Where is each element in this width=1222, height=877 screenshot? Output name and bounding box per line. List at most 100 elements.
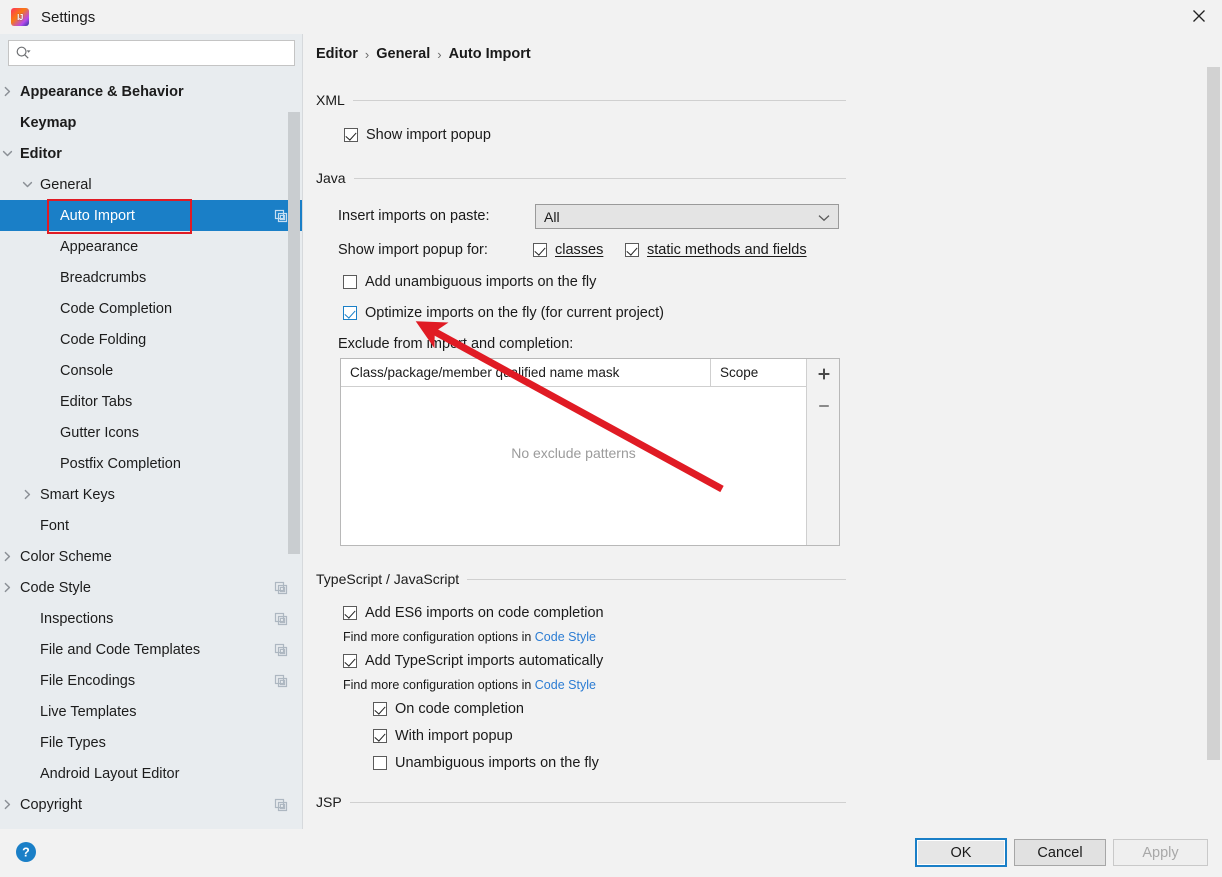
- sidebar-item-editor[interactable]: Editor: [0, 138, 303, 169]
- chevron-right-icon[interactable]: [0, 797, 15, 812]
- sidebar-item-live-templates[interactable]: Live Templates: [0, 696, 303, 727]
- svg-text:?: ?: [22, 846, 30, 860]
- sidebar-item-editor-tabs[interactable]: Editor Tabs: [0, 386, 303, 417]
- sidebar-item-android-layout-editor[interactable]: Android Layout Editor: [0, 758, 303, 789]
- chevron-down-icon[interactable]: [20, 177, 35, 192]
- close-icon[interactable]: [1176, 0, 1222, 32]
- sidebar-item-smart-keys[interactable]: Smart Keys: [0, 479, 303, 510]
- link-code-style-2[interactable]: Code Style: [535, 678, 596, 692]
- tree-spacer: [20, 642, 35, 657]
- breadcrumb-item-editor[interactable]: Editor: [316, 46, 358, 62]
- insert-imports-on-paste-select[interactable]: All: [535, 204, 839, 229]
- group-rule: [467, 579, 846, 580]
- sidebar-item-file-types[interactable]: File Types: [0, 727, 303, 758]
- apply-button[interactable]: Apply: [1113, 839, 1208, 866]
- sidebar-item-label: Smart Keys: [40, 487, 303, 503]
- sidebar-item-code-style[interactable]: Code Style: [0, 572, 303, 603]
- chevron-right-icon[interactable]: [0, 580, 15, 595]
- chevron-right-icon[interactable]: [0, 549, 15, 564]
- checkbox-optimize-imports[interactable]: [343, 306, 357, 320]
- checkbox-row-add-ts[interactable]: Add TypeScript imports automatically: [343, 653, 603, 669]
- label-show-import-popup-xml: Show import popup: [366, 127, 491, 143]
- sidebar-item-copyright[interactable]: Copyright: [0, 789, 303, 820]
- checkbox-row-static-methods[interactable]: static methods and fields: [625, 242, 807, 258]
- label-on-code-completion: On code completion: [395, 701, 524, 717]
- tree-spacer: [40, 394, 55, 409]
- add-pattern-button[interactable]: [807, 359, 840, 389]
- label-add-unambiguous: Add unambiguous imports on the fly: [365, 274, 596, 290]
- chevron-right-icon[interactable]: [20, 487, 35, 502]
- sidebar-item-label: Editor: [20, 146, 303, 162]
- sidebar-item-code-completion[interactable]: Code Completion: [0, 293, 303, 324]
- sidebar-item-postfix-completion[interactable]: Postfix Completion: [0, 448, 303, 479]
- breadcrumb-item-general[interactable]: General: [376, 46, 430, 62]
- sidebar-scrollbar-track[interactable]: [288, 76, 300, 829]
- column-header-scope[interactable]: Scope: [711, 359, 806, 386]
- content-scrollbar-track[interactable]: [1206, 34, 1222, 829]
- link-code-style-1[interactable]: Code Style: [535, 630, 596, 644]
- search-input[interactable]: [33, 46, 294, 61]
- group-rule: [350, 802, 846, 803]
- tree-spacer: [20, 611, 35, 626]
- checkbox-add-typescript-imports[interactable]: [343, 654, 357, 668]
- checkbox-static-methods[interactable]: [625, 243, 639, 257]
- checkbox-classes[interactable]: [533, 243, 547, 257]
- sidebar-item-gutter-icons[interactable]: Gutter Icons: [0, 417, 303, 448]
- sidebar-item-label: Inspections: [40, 611, 273, 627]
- checkbox-row-unambiguous-fly[interactable]: Unambiguous imports on the fly: [373, 755, 599, 771]
- content-scrollbar-thumb[interactable]: [1207, 67, 1220, 760]
- sidebar-item-color-scheme[interactable]: Color Scheme: [0, 541, 303, 572]
- sidebar-item-label: Code Style: [20, 580, 273, 596]
- sidebar-item-auto-import[interactable]: Auto Import: [0, 200, 303, 231]
- sidebar-item-keymap[interactable]: Keymap: [0, 107, 303, 138]
- checkbox-add-unambiguous[interactable]: [343, 275, 357, 289]
- checkbox-row-show-import-popup-xml[interactable]: Show import popup: [344, 127, 491, 143]
- checkbox-unambiguous-imports-fly[interactable]: [373, 756, 387, 770]
- settings-dialog: Settings Appearance & BehaviorKeymapEdit…: [0, 0, 1222, 877]
- sidebar-item-console[interactable]: Console: [0, 355, 303, 386]
- ok-button[interactable]: OK: [915, 838, 1007, 867]
- sidebar-item-general[interactable]: General: [0, 169, 303, 200]
- exclude-table-body[interactable]: Class/package/member qualified name mask…: [341, 359, 806, 545]
- duplicate-icon: [273, 208, 289, 224]
- sidebar-item-label: Console: [60, 363, 303, 379]
- cancel-button[interactable]: Cancel: [1014, 839, 1106, 866]
- sidebar-item-font[interactable]: Font: [0, 510, 303, 541]
- chevron-right-icon[interactable]: [0, 84, 15, 99]
- sidebar-item-appearance-behavior[interactable]: Appearance & Behavior: [0, 76, 303, 107]
- checkbox-row-add-unambiguous[interactable]: Add unambiguous imports on the fly: [343, 274, 596, 290]
- show-popup-for-text: Show import popup for:: [338, 242, 488, 258]
- search-box[interactable]: [8, 40, 295, 66]
- duplicate-icon: [273, 642, 289, 658]
- checkbox-row-add-es6[interactable]: Add ES6 imports on code completion: [343, 605, 604, 621]
- checkbox-row-classes[interactable]: classes: [533, 242, 603, 258]
- checkbox-with-import-popup[interactable]: [373, 729, 387, 743]
- group-header-java: Java: [316, 170, 846, 186]
- insert-imports-on-paste-value: All: [544, 209, 560, 225]
- sidebar-item-file-and-code-templates[interactable]: File and Code Templates: [0, 634, 303, 665]
- checkbox-show-import-popup-xml[interactable]: [344, 128, 358, 142]
- group-rule: [354, 178, 846, 179]
- checkbox-row-with-import-popup[interactable]: With import popup: [373, 728, 513, 744]
- sidebar-scrollbar-thumb[interactable]: [288, 112, 300, 554]
- search-icon: [15, 45, 31, 61]
- sidebar-item-label: Editor Tabs: [60, 394, 303, 410]
- breadcrumb-item-auto-import: Auto Import: [449, 46, 531, 62]
- sidebar-item-file-encodings[interactable]: File Encodings: [0, 665, 303, 696]
- checkbox-on-code-completion[interactable]: [373, 702, 387, 716]
- hint-prefix-1: Find more configuration options in: [343, 630, 535, 644]
- column-header-name-mask[interactable]: Class/package/member qualified name mask: [341, 359, 711, 386]
- sidebar-item-code-folding[interactable]: Code Folding: [0, 324, 303, 355]
- checkbox-row-on-code-completion[interactable]: On code completion: [373, 701, 524, 717]
- label-show-import-popup-for: Show import popup for:: [338, 242, 488, 258]
- sidebar-item-breadcrumbs[interactable]: Breadcrumbs: [0, 262, 303, 293]
- sidebar-item-inspections[interactable]: Inspections: [0, 603, 303, 634]
- remove-pattern-button[interactable]: [807, 391, 840, 421]
- help-icon[interactable]: ?: [15, 841, 37, 863]
- group-title-java: Java: [316, 170, 346, 186]
- chevron-down-icon[interactable]: [0, 146, 15, 161]
- checkbox-add-es6-imports[interactable]: [343, 606, 357, 620]
- checkbox-row-optimize-imports[interactable]: Optimize imports on the fly (for current…: [343, 305, 664, 321]
- sidebar-item-appearance[interactable]: Appearance: [0, 231, 303, 262]
- group-title-xml: XML: [316, 92, 345, 108]
